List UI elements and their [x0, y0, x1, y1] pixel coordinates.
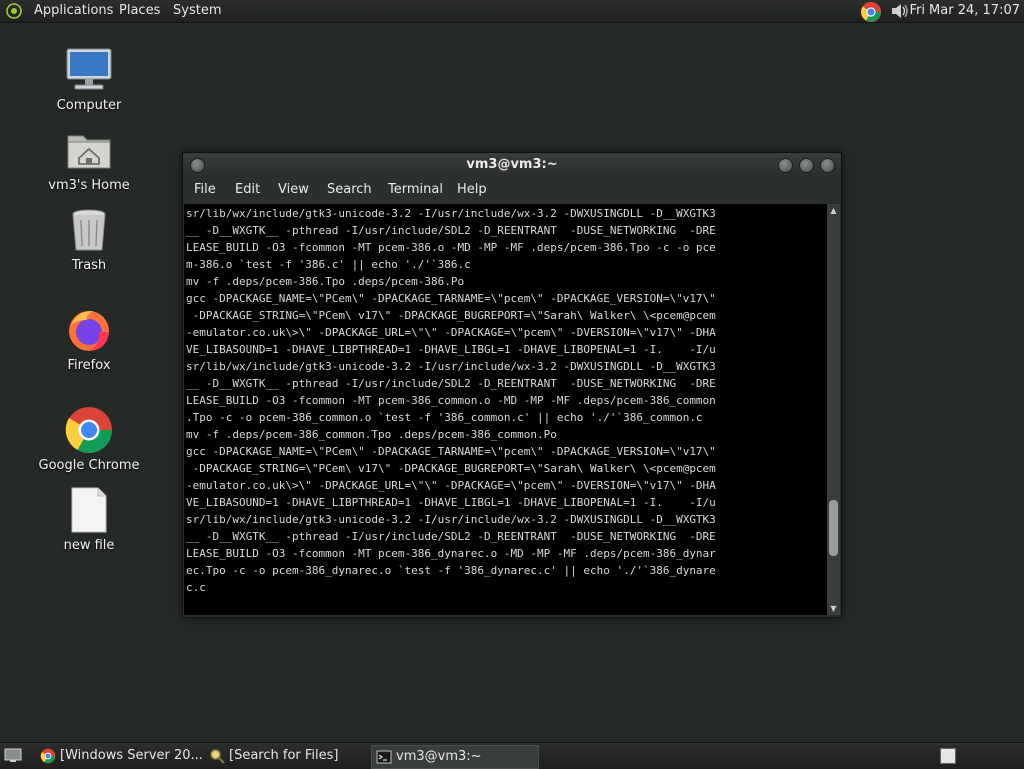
terminal-window[interactable]: vm3@vm3:~ File Edit View Search Terminal… [182, 152, 842, 618]
scroll-down-arrow-icon[interactable]: ▼ [827, 602, 840, 615]
window-menu-button[interactable] [190, 158, 205, 173]
desktop-icon-trash[interactable]: Trash [34, 206, 144, 273]
close-button[interactable] [820, 158, 835, 173]
menu-terminal[interactable]: Terminal [388, 182, 443, 197]
terminal-icon [376, 750, 392, 764]
terminal-scrollbar[interactable]: ▲ ▼ [827, 204, 840, 615]
desktop-icon-firefox[interactable]: Firefox [34, 306, 144, 373]
desktop-icon-label: Trash [71, 258, 107, 273]
minimize-button[interactable] [778, 158, 793, 173]
show-desktop-icon[interactable] [4, 747, 22, 763]
terminal-output[interactable]: sr/lib/wx/include/gtk3-unicode-3.2 -I/us… [184, 204, 827, 615]
home-folder-icon [67, 135, 111, 169]
desktop-icon-chrome[interactable]: Google Chrome [34, 406, 144, 473]
window-menubar: File Edit View Search Terminal Help [183, 177, 841, 203]
file-icon [71, 487, 107, 533]
search-icon [210, 749, 225, 764]
scrollbar-thumb[interactable] [829, 499, 838, 556]
workspace-switcher[interactable] [940, 748, 956, 764]
top-panel: Applications Places System Fri Mar 24, 1… [0, 0, 1024, 23]
task-windows-server[interactable]: [Windows Server 20... [36, 745, 222, 767]
chrome-icon [65, 407, 112, 453]
desktop-icon-home[interactable]: vm3's Home [34, 126, 144, 193]
menu-help[interactable]: Help [457, 182, 487, 197]
desktop-icon-label: Google Chrome [38, 458, 140, 473]
chrome-icon[interactable] [860, 1, 882, 23]
maximize-button[interactable] [799, 158, 814, 173]
menu-edit[interactable]: Edit [235, 182, 260, 197]
window-titlebar[interactable]: vm3@vm3:~ [183, 153, 841, 177]
bottom-panel: [Windows Server 20... [Search for Files]… [0, 742, 1024, 769]
terminal-text: sr/lib/wx/include/gtk3-unicode-3.2 -I/us… [186, 207, 716, 594]
volume-icon[interactable] [890, 2, 910, 20]
desktop-icon-label: Computer [56, 98, 122, 113]
trash-icon [72, 209, 106, 251]
menu-file[interactable]: File [194, 182, 216, 197]
menu-applications[interactable]: Applications [34, 3, 113, 18]
computer-icon [66, 48, 112, 90]
task-search-for-files[interactable]: [Search for Files] [205, 745, 389, 767]
task-label: vm3@vm3:~ [396, 749, 482, 764]
window-title: vm3@vm3:~ [466, 157, 558, 172]
desktop-icon-new-file[interactable]: new file [34, 486, 144, 553]
desktop-icon-label: vm3's Home [48, 178, 130, 193]
task-label: [Windows Server 20... [60, 748, 203, 763]
menu-view[interactable]: View [278, 182, 309, 197]
clock[interactable]: Fri Mar 24, 17:07 [909, 3, 1020, 18]
menu-search[interactable]: Search [327, 182, 372, 197]
desktop-icon-label: new file [63, 538, 115, 553]
task-label: [Search for Files] [229, 748, 339, 763]
scroll-up-arrow-icon[interactable]: ▲ [827, 204, 840, 217]
distro-logo-icon[interactable] [6, 3, 22, 19]
chrome-icon [40, 748, 56, 764]
desktop-icon-computer[interactable]: Computer [34, 46, 144, 113]
task-terminal[interactable]: vm3@vm3:~ [371, 745, 539, 769]
desktop-icon-label: Firefox [67, 358, 111, 373]
firefox-icon [69, 310, 109, 351]
menu-places[interactable]: Places [119, 3, 160, 18]
menu-system[interactable]: System [173, 3, 221, 18]
